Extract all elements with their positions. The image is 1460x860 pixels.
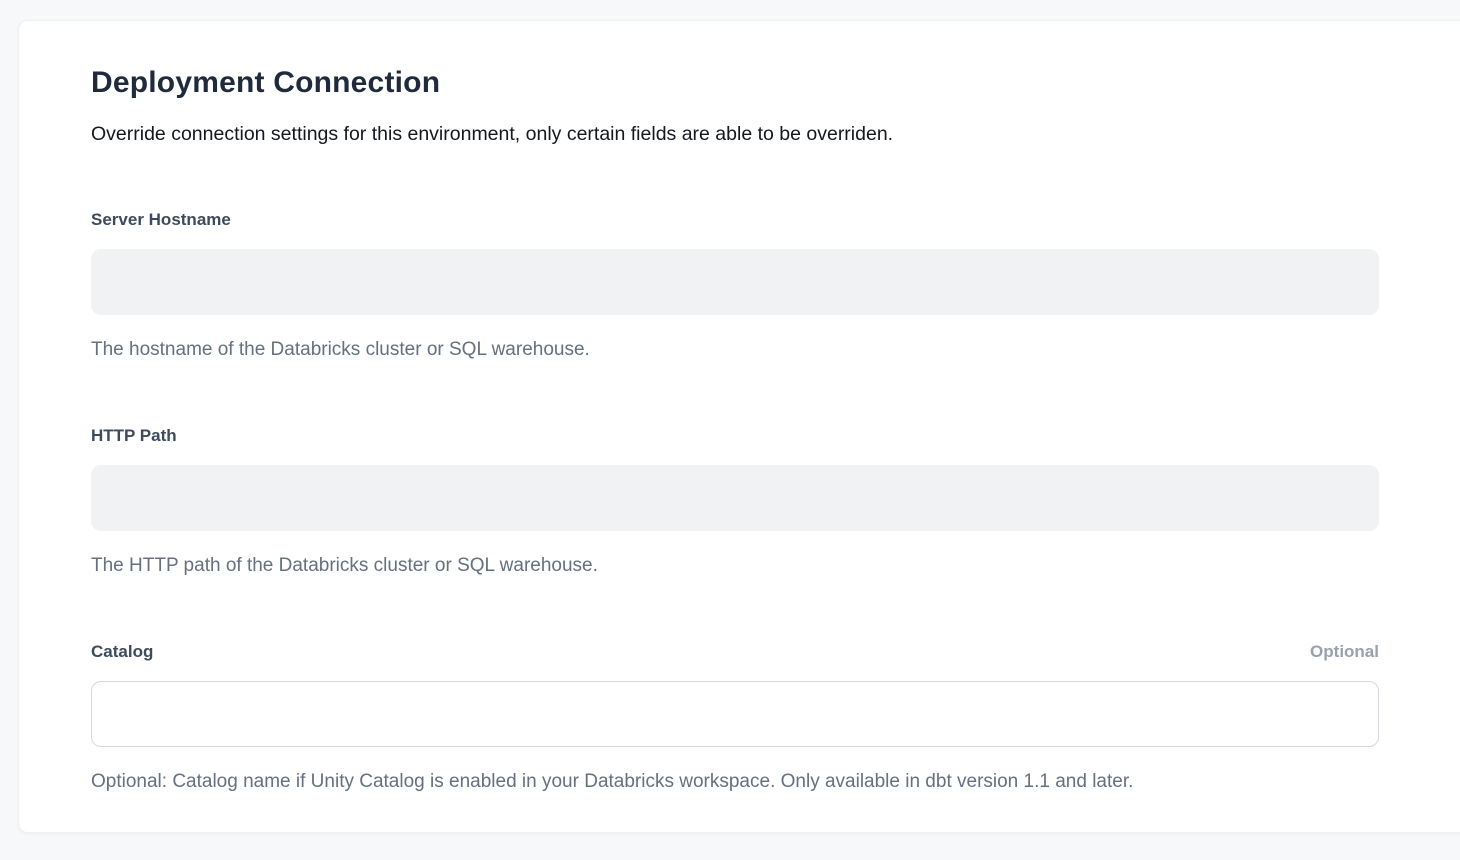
page-subtitle: Override connection settings for this en… [91,121,1379,147]
page-title: Deployment Connection [91,65,1379,101]
deployment-connection-card: Deployment Connection Override connectio… [18,20,1460,833]
http-path-help: The HTTP path of the Databricks cluster … [91,553,1379,579]
server-hostname-help: The hostname of the Databricks cluster o… [91,337,1379,363]
http-path-input [91,465,1379,531]
catalog-help: Optional: Catalog name if Unity Catalog … [91,769,1379,795]
http-path-label-row: HTTP Path [91,425,1379,447]
catalog-label: Catalog [91,641,153,663]
server-hostname-label: Server Hostname [91,209,231,231]
catalog-input[interactable] [91,681,1379,747]
catalog-optional-badge: Optional [1310,641,1379,663]
server-hostname-input [91,249,1379,315]
http-path-label: HTTP Path [91,425,177,447]
field-catalog: Catalog Optional Optional: Catalog name … [91,641,1379,795]
server-hostname-label-row: Server Hostname [91,209,1379,231]
field-server-hostname: Server Hostname The hostname of the Data… [91,209,1379,363]
field-http-path: HTTP Path The HTTP path of the Databrick… [91,425,1379,579]
catalog-label-row: Catalog Optional [91,641,1379,663]
